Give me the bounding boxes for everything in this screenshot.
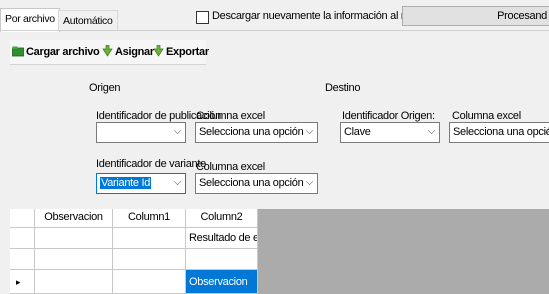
row-header[interactable] xyxy=(10,228,35,249)
tab-por-archivo[interactable]: Por archivo xyxy=(0,8,60,32)
variant-id-value: Variante Id xyxy=(100,177,152,189)
tab-divider xyxy=(0,30,549,31)
grid-header-column2[interactable]: Column2 xyxy=(186,209,258,228)
load-file-label: Cargar archivo xyxy=(26,46,100,58)
chevron-down-icon: ⌵ xyxy=(173,126,182,137)
pub-excel-value: Selecciona una opción xyxy=(199,126,304,138)
row-header[interactable] xyxy=(10,249,35,270)
dest-excel-label: Columna excel xyxy=(452,110,521,122)
data-grid[interactable]: Observacion Column1 Column2 Resultado de… xyxy=(10,209,549,294)
pub-excel-label: Columna excel xyxy=(196,110,265,122)
chevron-down-icon: ⌵ xyxy=(305,177,314,188)
variant-id-select[interactable]: Variante Id ⌵ xyxy=(96,173,186,194)
table-cell[interactable] xyxy=(35,249,113,270)
variant-id-label: Identificador de variante xyxy=(96,158,206,170)
destination-heading: Destino xyxy=(325,82,361,94)
table-cell[interactable] xyxy=(113,228,186,249)
pub-id-select[interactable]: ⌵ xyxy=(96,122,186,143)
assign-label: Asignar xyxy=(115,46,154,58)
table-cell[interactable] xyxy=(186,249,258,270)
table-cell[interactable] xyxy=(35,228,113,249)
origin-id-select[interactable]: Clave ⌵ xyxy=(340,122,440,143)
table-cell-selected[interactable]: Observacion xyxy=(186,270,258,294)
export-icon xyxy=(153,45,164,57)
table-cell[interactable]: Resultado de enl... xyxy=(186,228,258,249)
origin-heading: Origen xyxy=(89,82,121,94)
chevron-down-icon: ⌵ xyxy=(305,126,314,137)
table-cell[interactable] xyxy=(113,270,186,294)
chevron-down-icon: ⌵ xyxy=(543,126,549,137)
variant-excel-label: Columna excel xyxy=(196,161,265,173)
export-button[interactable]: Exportar xyxy=(153,45,209,59)
assign-icon xyxy=(102,45,113,57)
export-label: Exportar xyxy=(166,46,209,58)
grid-corner xyxy=(10,209,35,228)
tab-automatico[interactable]: Automático xyxy=(58,10,118,31)
dest-excel-select[interactable]: Selecciona una opción ⌵ xyxy=(449,122,549,143)
grid-header-observacion[interactable]: Observacion xyxy=(35,209,113,228)
chevron-down-icon: ⌵ xyxy=(173,177,182,188)
variant-excel-select[interactable]: Selecciona una opción ⌵ xyxy=(195,173,318,194)
load-file-button[interactable]: Cargar archivo xyxy=(12,45,100,59)
assign-button[interactable]: Asignar xyxy=(102,45,154,59)
reload-checkbox[interactable] xyxy=(196,11,209,24)
row-header-current[interactable]: ▸ xyxy=(10,270,35,294)
table-cell[interactable] xyxy=(113,249,186,270)
pub-excel-select[interactable]: Selecciona una opción ⌵ xyxy=(195,122,318,143)
variant-excel-value: Selecciona una opción xyxy=(199,177,304,189)
folder-icon xyxy=(12,46,24,57)
chevron-down-icon: ⌵ xyxy=(427,126,436,137)
origin-id-label: Identificador Origen: xyxy=(342,110,435,122)
grid-header-column1[interactable]: Column1 xyxy=(113,209,186,228)
table-cell[interactable] xyxy=(35,270,113,294)
toolbar: Cargar archivo Asignar Exportar xyxy=(10,40,209,65)
origin-id-value: Clave xyxy=(344,126,371,138)
dest-excel-value: Selecciona una opción xyxy=(453,126,549,138)
process-button[interactable]: Procesand xyxy=(402,6,549,26)
